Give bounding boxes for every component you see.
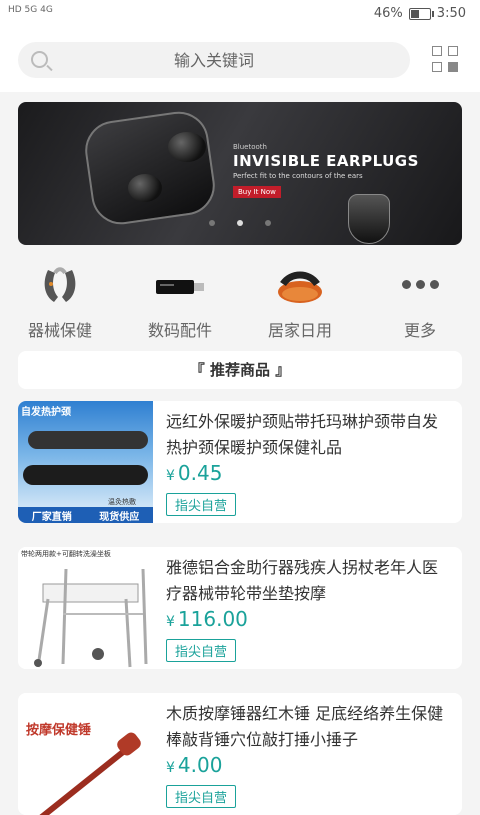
category-label: 更多 — [403, 321, 436, 340]
more-icon — [360, 258, 480, 298]
image-footer: 厂家直销 现货供应 — [18, 507, 153, 523]
currency-symbol: ¥ — [166, 760, 175, 776]
product-card[interactable]: 自发热护颈 温灸热敷 厂家直销 现货供应 远红外保暖护颈贴带托玛琳护颈带自发热护… — [18, 401, 462, 523]
banner-small-label: Bluetooth — [233, 143, 267, 151]
banner-buy-button[interactable]: Buy It Now — [233, 186, 281, 198]
product-price: ¥0.45 — [166, 461, 222, 485]
carousel-dot[interactable] — [265, 220, 271, 226]
section-title: 『 推荐商品 』 — [18, 351, 462, 389]
category-grid-icon[interactable] — [432, 46, 458, 72]
price-value: 116.00 — [177, 607, 248, 631]
currency-symbol: ¥ — [166, 614, 175, 630]
carousel-dot[interactable] — [209, 220, 215, 226]
clock: 3:50 — [436, 6, 466, 21]
carousel-dots — [18, 220, 462, 226]
header — [0, 30, 480, 92]
search-bar[interactable] — [18, 42, 410, 78]
product-price: ¥4.00 — [166, 753, 222, 777]
product-title: 雅德铝合金助行器残疾人拐杖老年人医疗器械带轮带坐垫按摩 — [166, 558, 439, 603]
massage-hammer-illustration — [39, 732, 141, 815]
product-image: 按摩保健锤 — [18, 693, 153, 815]
category-item[interactable]: 更多 — [360, 258, 480, 344]
product-price: ¥116.00 — [166, 607, 248, 631]
product-title: 木质按摩锤器红木锤 足底经络养生保健棒敲背锤穴位敲打捶小捶子 — [166, 704, 444, 749]
price-value: 4.00 — [177, 753, 223, 777]
massager-icon — [0, 258, 120, 302]
category-row: 器械保健 数码配件 居家日用 更多 — [0, 258, 480, 344]
category-label: 数码配件 — [147, 321, 212, 340]
image-caption: 现货供应 — [99, 511, 140, 523]
category-item[interactable]: 居家日用 — [240, 258, 360, 344]
self-operated-badge: 指尖自营 — [166, 785, 237, 808]
carousel-dot-active[interactable] — [237, 220, 243, 226]
neck-band-shape — [23, 465, 148, 485]
neck-band-shape — [28, 431, 148, 449]
promo-banner[interactable]: Bluetooth INVISIBLE EARPLUGS Perfect fit… — [18, 102, 462, 245]
earbud-image — [168, 132, 206, 162]
category-item[interactable]: 数码配件 — [120, 258, 240, 344]
battery-percent: 46% — [373, 6, 403, 21]
walker-illustration — [34, 568, 148, 668]
slipper-icon — [240, 258, 360, 303]
product-image: 带轮两用款+可翻转洗澡坐板 — [18, 547, 153, 669]
search-icon — [31, 51, 48, 68]
image-caption: 带轮两用款+可翻转洗澡坐板 — [21, 550, 111, 558]
image-caption: 厂家直销 — [31, 511, 72, 523]
status-bar: HD 5G 4G 46% 3:50 — [0, 0, 480, 30]
product-title: 远红外保暖护颈贴带托玛琳护颈带自发热护颈保暖护颈保健礼品 — [166, 412, 439, 457]
earpiece-image — [348, 194, 390, 244]
currency-symbol: ¥ — [166, 468, 175, 484]
self-operated-badge: 指尖自营 — [166, 639, 237, 662]
signal-text: HD 5G 4G — [8, 5, 53, 15]
self-operated-badge: 指尖自营 — [166, 493, 237, 516]
usb-drive-icon — [120, 258, 240, 298]
image-caption: 温灸热敷 — [108, 498, 136, 506]
product-image: 自发热护颈 温灸热敷 厂家直销 现货供应 — [18, 401, 153, 523]
category-item[interactable]: 器械保健 — [0, 258, 120, 344]
category-label: 器械保健 — [27, 321, 92, 340]
search-input[interactable] — [18, 49, 410, 71]
product-card[interactable]: 按摩保健锤 木质按摩锤器红木锤 足底经络养生保健棒敲背锤穴位敲打捶小捶子 ¥4.… — [18, 693, 462, 815]
earbud-case-image — [81, 107, 219, 229]
category-label: 居家日用 — [267, 321, 332, 340]
product-card[interactable]: 带轮两用款+可翻转洗澡坐板 雅德铝合金助行器残疾人拐杖老年人医疗器械带轮带坐垫按… — [18, 547, 462, 669]
banner-tagline: Perfect fit to the contours of the ears — [233, 172, 363, 180]
price-value: 0.45 — [177, 461, 223, 485]
image-caption: 自发热护颈 — [21, 407, 71, 418]
signal-indicators: HD 5G 4G — [8, 5, 53, 15]
earbud-image — [128, 174, 162, 202]
battery-icon — [408, 7, 434, 20]
banner-title: INVISIBLE EARPLUGS — [233, 152, 419, 170]
